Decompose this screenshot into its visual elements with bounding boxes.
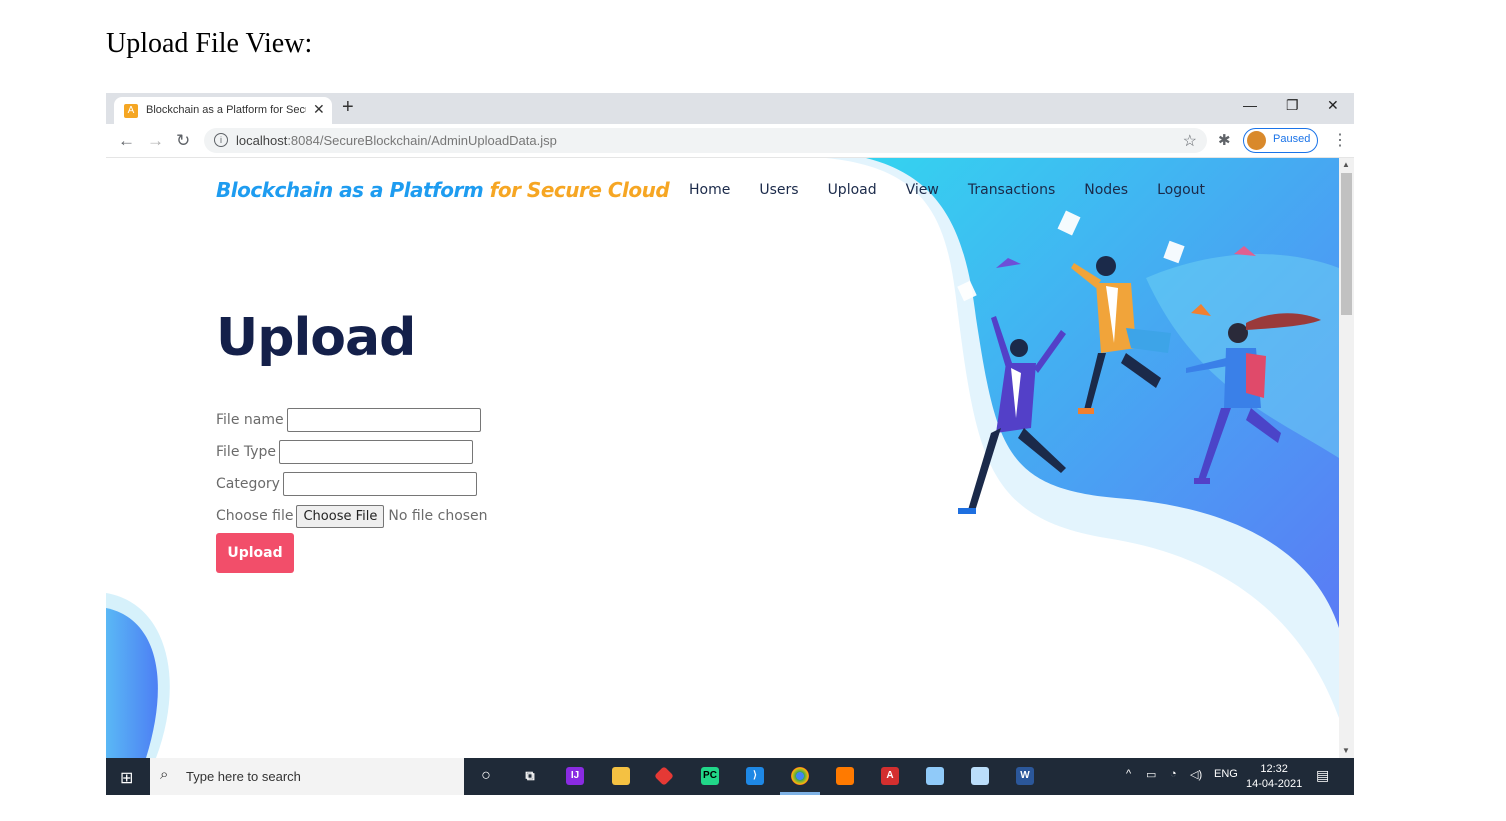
tray-chevron-icon[interactable]: ^	[1126, 768, 1131, 780]
nav-home[interactable]: Home	[689, 182, 730, 198]
nav-view[interactable]: View	[906, 182, 939, 198]
page-title: Upload	[216, 308, 416, 368]
site-brand[interactable]: Blockchain as a Platform for Secure Clou…	[216, 178, 670, 202]
vscode-icon[interactable]: ⟩	[746, 767, 764, 785]
app-orange-icon[interactable]	[836, 767, 854, 785]
app-cube-icon[interactable]	[971, 767, 989, 785]
windows-start-icon[interactable]: ⊞	[120, 768, 133, 788]
file-type-label: File Type	[216, 444, 277, 460]
page-scrollbar[interactable]: ▲ ▼	[1339, 158, 1354, 758]
no-file-text: No file chosen	[388, 508, 488, 524]
app-blue-icon[interactable]	[926, 767, 944, 785]
bookmark-star-icon[interactable]: ☆	[1183, 131, 1197, 151]
intellij-icon[interactable]: IJ	[566, 767, 584, 785]
document-title: Upload File View:	[106, 28, 313, 59]
chrome-icon[interactable]	[791, 767, 809, 785]
category-input[interactable]	[282, 472, 477, 496]
clock-date: 14-04-2021	[1246, 778, 1303, 790]
scroll-up-icon[interactable]: ▲	[1342, 160, 1350, 169]
nav-upload[interactable]: Upload	[828, 182, 877, 198]
forward-icon[interactable]: →	[147, 131, 164, 151]
language-indicator[interactable]: ENG	[1214, 768, 1238, 780]
brand-part-1: Blockchain as a Platform	[216, 178, 490, 202]
taskbar-clock[interactable]: 12:32 14-04-2021	[1246, 762, 1302, 792]
file-type-input[interactable]	[279, 440, 474, 464]
choose-file-button[interactable]: Choose File	[296, 504, 385, 528]
category-row: Category	[216, 468, 488, 500]
clock-time: 12:32	[1260, 763, 1288, 775]
back-icon[interactable]: ←	[118, 131, 135, 151]
wifi-icon[interactable]: ◔	[1170, 768, 1177, 780]
file-name-input[interactable]	[286, 408, 481, 432]
word-icon[interactable]: W	[1016, 767, 1034, 785]
cortana-icon[interactable]: ○	[477, 767, 495, 785]
site-nav: Home Users Upload View Transactions Node…	[689, 182, 1234, 198]
pycharm-icon[interactable]: PC	[701, 767, 719, 785]
windows-taskbar: ⊞ ⌕ Type here to search ○ ⧉ IJ PC ⟩ A W …	[106, 758, 1354, 795]
tab-strip: A Blockchain as a Platform for Secure Cl…	[106, 93, 1354, 124]
acrobat-icon[interactable]: A	[881, 767, 899, 785]
choose-file-label: Choose file	[216, 508, 294, 524]
nav-logout[interactable]: Logout	[1157, 182, 1205, 198]
taskbar-search[interactable]: ⌕ Type here to search	[150, 758, 464, 795]
battery-icon[interactable]: ▭	[1146, 768, 1156, 781]
file-name-label: File name	[216, 412, 284, 428]
volume-icon[interactable]: ◁)	[1190, 768, 1202, 781]
minimize-icon[interactable]: —	[1243, 97, 1257, 113]
browser-toolbar: ← → ↻ i localhost:8084/SecureBlockchain/…	[106, 124, 1354, 158]
category-label: Category	[216, 476, 280, 492]
nav-users[interactable]: Users	[759, 182, 798, 198]
tab-title: Blockchain as a Platform for Secure Clou…	[146, 104, 306, 116]
web-page: Blockchain as a Platform for Secure Clou…	[106, 158, 1339, 758]
info-icon[interactable]: i	[214, 133, 228, 147]
extensions-puzzle-icon[interactable]: ✱	[1218, 131, 1231, 149]
url-text[interactable]: localhost:8084/SecureBlockchain/AdminUpl…	[236, 133, 557, 148]
brand-part-2: for Secure Cloud	[489, 178, 670, 202]
avatar	[1247, 131, 1266, 150]
address-bar[interactable]: i localhost:8084/SecureBlockchain/AdminU…	[204, 128, 1207, 153]
task-view-icon[interactable]: ⧉	[521, 767, 539, 785]
browser-tab[interactable]: A Blockchain as a Platform for Secure Cl…	[114, 97, 332, 124]
scroll-thumb[interactable]	[1341, 173, 1352, 315]
nav-nodes[interactable]: Nodes	[1084, 182, 1128, 198]
close-window-icon[interactable]: ✕	[1327, 97, 1339, 114]
upload-form: File name File Type Category Choose file…	[216, 404, 488, 532]
search-icon: ⌕	[160, 766, 169, 783]
chrome-active-indicator	[780, 792, 820, 795]
file-type-row: File Type	[216, 436, 488, 468]
menu-dots-icon[interactable]: ⋮	[1332, 130, 1348, 150]
restore-icon[interactable]: ❐	[1286, 97, 1299, 114]
new-tab-icon[interactable]: +	[342, 96, 354, 119]
nav-transactions[interactable]: Transactions	[968, 182, 1055, 198]
notification-icon[interactable]: ▤	[1316, 767, 1329, 784]
upload-button[interactable]: Upload	[216, 533, 294, 573]
profile-button[interactable]: Paused	[1243, 128, 1318, 153]
profile-status: Paused	[1273, 133, 1311, 145]
search-placeholder: Type here to search	[186, 769, 301, 784]
reload-icon[interactable]: ↻	[176, 131, 190, 151]
browser-window: A Blockchain as a Platform for Secure Cl…	[106, 93, 1354, 795]
close-tab-icon[interactable]: ✕	[313, 101, 325, 118]
file-explorer-icon[interactable]	[612, 767, 630, 785]
file-name-row: File name	[216, 404, 488, 436]
app-red-icon[interactable]	[654, 766, 674, 786]
favicon-icon: A	[124, 104, 138, 118]
choose-file-row: Choose file Choose File No file chosen	[216, 500, 488, 532]
scroll-down-icon[interactable]: ▼	[1342, 746, 1350, 755]
